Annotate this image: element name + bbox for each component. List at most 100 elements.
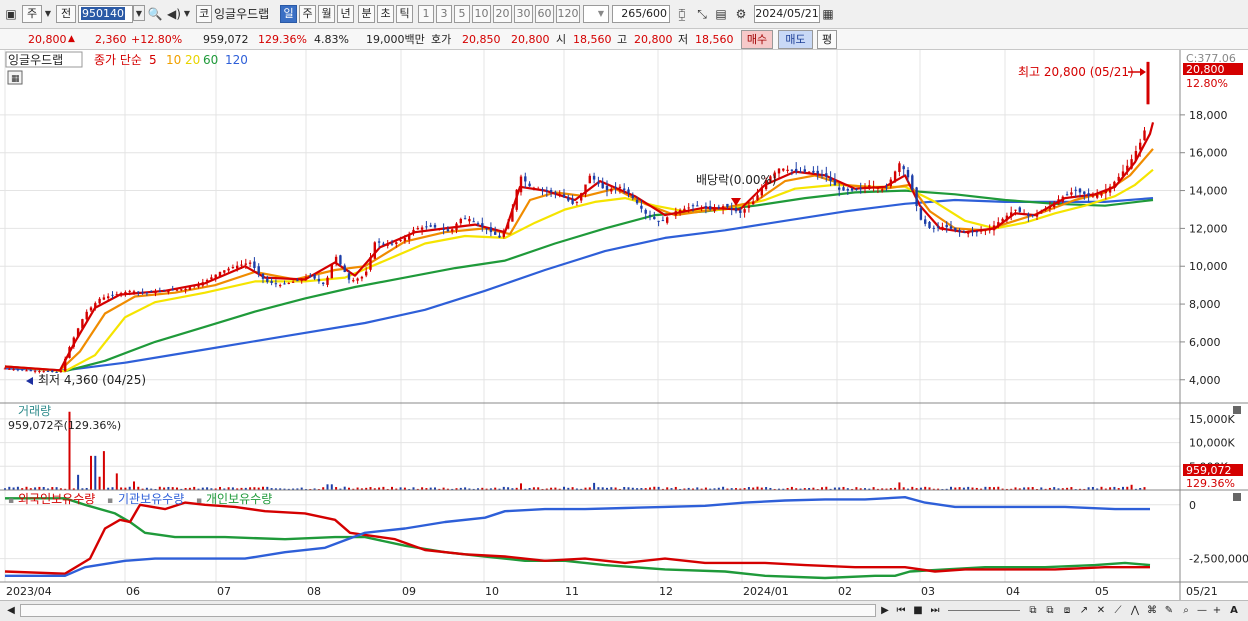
candle-body [812,170,815,173]
candle-body [756,195,759,201]
scroll-left-icon[interactable]: ◀ [6,604,16,617]
candle-body [1078,188,1082,193]
period-tick-button[interactable]: 틱 [396,5,413,23]
y-axis-label: 4,000 [1189,374,1221,387]
cross-tool-icon[interactable]: ✕ [1094,604,1108,617]
x-axis-label: 2023/04 [6,585,52,598]
scroll-track[interactable] [20,604,876,617]
candle-body [81,319,84,329]
interval-30-button[interactable]: 30 [514,5,533,23]
stock-chart[interactable]: 2023/04 06 07 08 09 10 11 12 2024/01 02 03 04 05 05/2… [0,50,1248,600]
period-second-button[interactable]: 초 [377,5,394,23]
text-tool-icon[interactable]: ⌘ [1145,604,1159,617]
date-input[interactable]: 2024/05/21 [754,5,820,23]
candle-body [979,230,983,232]
code-dropdown-icon[interactable]: ▼ [133,5,145,21]
zigzag-tool-icon[interactable]: ⋀ [1128,604,1142,617]
split-icon[interactable]: ⧈ [1060,604,1074,617]
window-icon[interactable]: ⧉ [1043,604,1057,617]
prev-button[interactable]: 전 [56,5,76,23]
volume-close-icon[interactable] [1233,406,1241,414]
candle-body [416,228,419,230]
volume-bar [1130,484,1133,490]
search-icon[interactable]: 🔍 [147,5,163,23]
stock-code-value: 950140 [81,7,125,20]
candle-body [476,223,480,225]
candle-body [588,175,591,184]
period-month-button[interactable]: 월 [318,5,335,23]
y-axis-label: 6,000 [1189,336,1221,349]
candle-body [420,227,424,230]
candle-body [816,170,819,174]
stock-code-input[interactable]: 950140 [78,5,133,23]
line-tool-icon[interactable]: ⟋ [1111,604,1125,617]
layout-icon[interactable]: ⧉ [1026,604,1040,617]
interval-10-button[interactable]: 10 [472,5,491,23]
speaker-icon[interactable]: ◀) [166,5,182,23]
candle-body [666,217,669,223]
interval-20-button[interactable]: 20 [493,5,512,23]
scroll-right-icon[interactable]: ▶ [880,604,890,617]
candle-body [1040,211,1043,214]
stop-icon[interactable]: ■ [911,604,925,617]
save-icon[interactable]: ▤ [713,5,729,23]
candle-body [141,292,144,294]
sell-button[interactable]: 매도 [778,30,813,49]
candle-body [1070,192,1073,195]
candle-body [261,273,265,279]
zoom-in-icon[interactable]: + [1211,604,1223,617]
play-icon[interactable]: ⏭ [928,604,942,617]
candle-body [1010,212,1013,216]
candle-body [601,182,604,189]
candle-body [524,176,527,182]
edit-icon[interactable]: ✎ [1162,604,1176,617]
volume-bar [98,476,101,490]
legend-ma-label: 종가 단순 [94,53,142,67]
period-week-button[interactable]: 주 [299,5,316,23]
zoom-out-icon[interactable]: — [1196,604,1208,617]
candle-body [661,220,665,222]
period-day-button[interactable]: 일 [280,5,297,23]
speed-slider[interactable] [948,604,1020,611]
evaluate-button[interactable]: 평 [817,30,837,49]
interval-5-button[interactable]: 5 [454,5,470,23]
open-price: 18,560 [573,33,612,46]
holdings-close-icon[interactable] [1233,493,1241,501]
gear-icon[interactable]: ⚙ [733,5,749,23]
period-year-button[interactable]: 년 [337,5,354,23]
draw-tool-icon[interactable]: ⤡ [694,5,710,23]
turnover-rate: 4.83% [314,33,349,46]
interval-60-button[interactable]: 60 [535,5,554,23]
interval-1-button[interactable]: 1 [418,5,434,23]
candle-type-icon[interactable]: ⧮ [674,5,690,23]
candle-body [945,224,948,228]
candle-body [1027,214,1030,217]
period-minute-button[interactable]: 분 [358,5,375,23]
dropdown-arrow-icon[interactable]: ▼ [43,5,53,23]
candle-body [72,337,75,347]
interval-dropdown-icon[interactable]: ▼ [595,5,607,23]
volume-title: 거래량 [18,404,51,418]
candle-body [377,241,381,243]
calendar-icon[interactable]: ▦ [820,5,836,23]
candle-body [266,278,269,282]
candle-body [145,292,149,294]
chart-settings-icon[interactable]: ▣ [3,5,19,23]
candle-body [150,291,153,293]
holdings-legend-foreign: 외국인보유수량 [18,492,95,506]
interval-3-button[interactable]: 3 [436,5,452,23]
candle-body [1117,176,1120,181]
legend-ma5: 5 [149,53,157,67]
data-count-input[interactable]: 265/600 [612,5,670,23]
chart-scrollbar[interactable]: ◀ ▶ ⏮ ■ ⏭ ⧉ ⧉ ⧈ ↗ ✕ ⟋ ⋀ ⌘ ✎ ⌕ — + A [0,600,1248,621]
buy-button[interactable]: 매수 [741,30,773,49]
rewind-icon[interactable]: ⏮ [894,604,908,617]
candle-body [889,179,892,187]
interval-120-button[interactable]: 120 [556,5,580,23]
x-axis-label: 2024/01 [743,585,789,598]
zoom-icon[interactable]: ⌕ [1179,604,1193,617]
market-button[interactable]: 주 [22,5,42,23]
font-size-icon[interactable]: A [1227,604,1241,617]
speaker-dropdown-icon[interactable]: ▼ [182,5,192,23]
trend-tool-icon[interactable]: ↗ [1077,604,1091,617]
